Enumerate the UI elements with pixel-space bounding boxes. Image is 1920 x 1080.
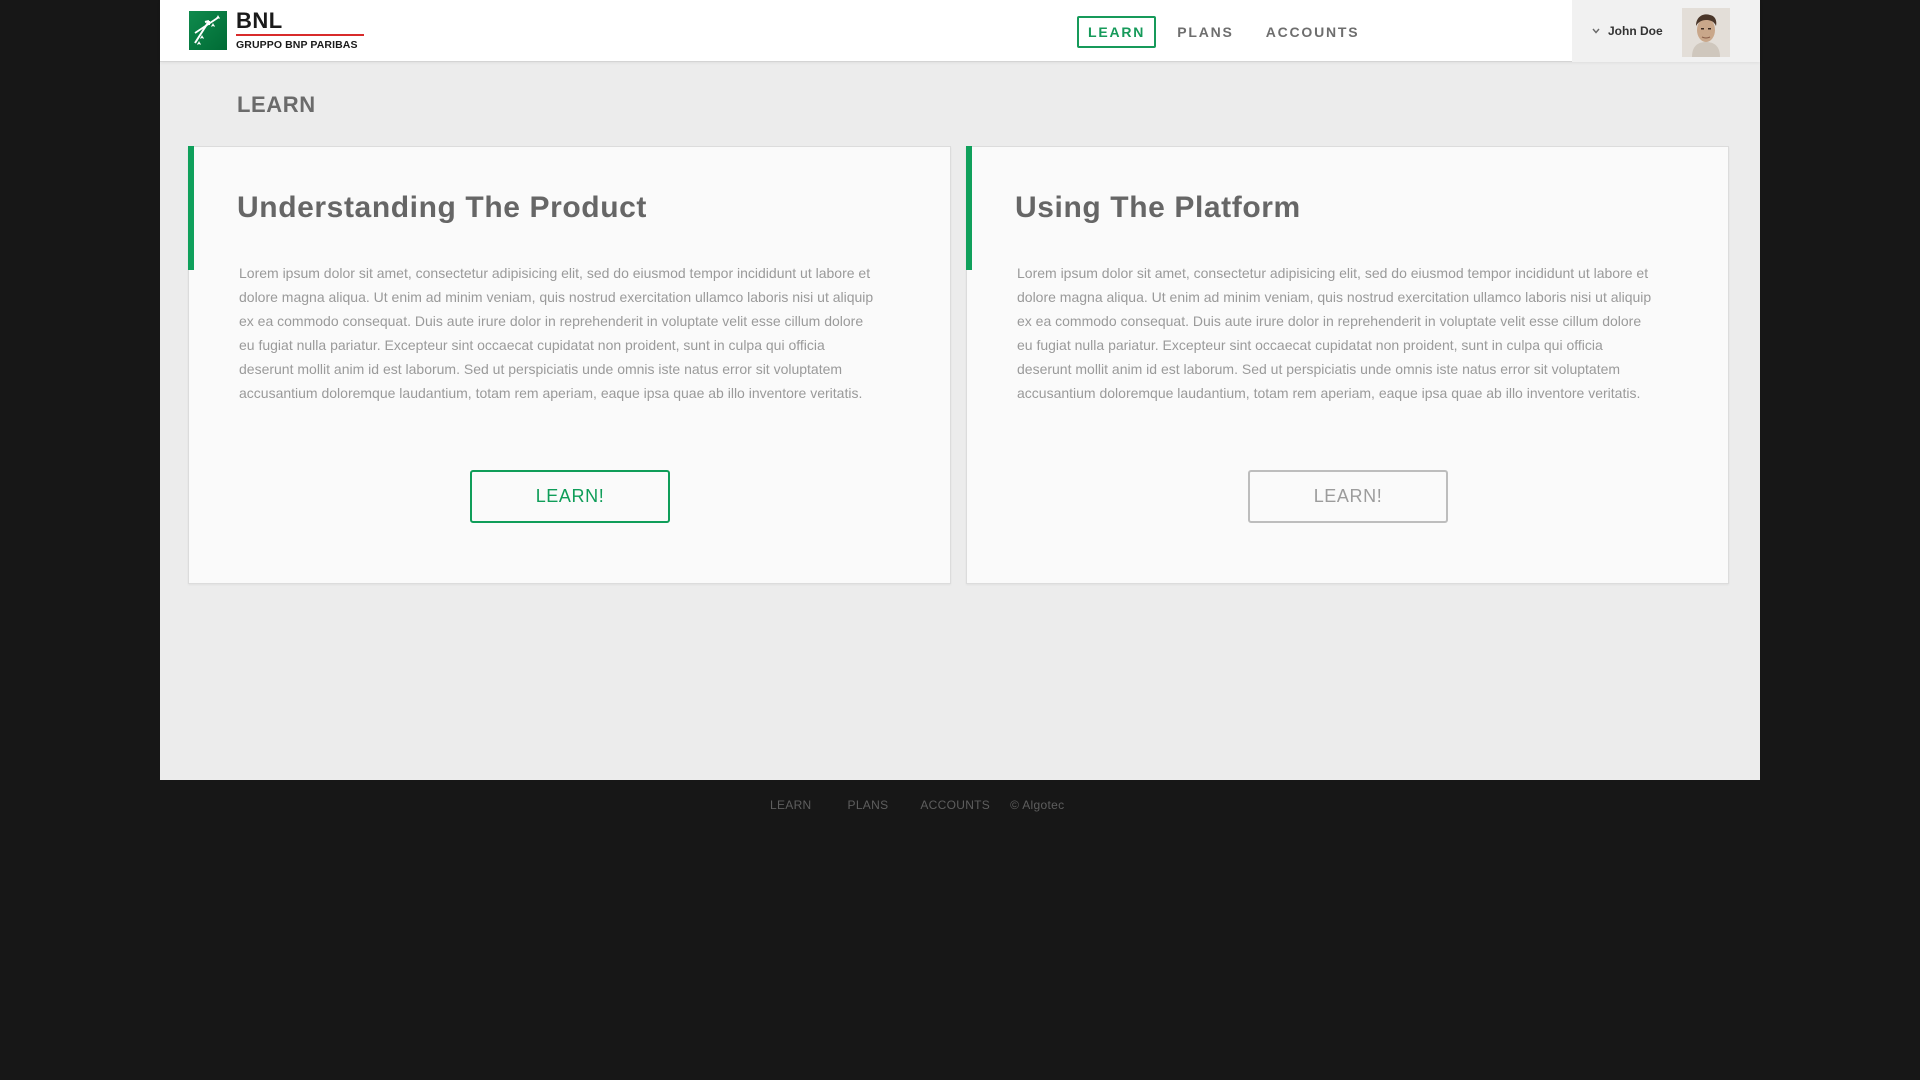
learn-platform-button[interactable]: LEARN!: [1248, 470, 1448, 523]
footer-link-plans[interactable]: PLANS: [848, 798, 889, 812]
footer-link-accounts[interactable]: ACCOUNTS: [920, 798, 990, 812]
card-using-platform: Using The Platform Lorem ipsum dolor sit…: [966, 146, 1729, 584]
logo-divider: [236, 34, 364, 36]
chevron-down-icon: [1592, 26, 1600, 36]
user-name: John Doe: [1608, 24, 1663, 38]
learn-product-button[interactable]: LEARN!: [470, 470, 670, 523]
card-title: Understanding The Product: [237, 191, 648, 224]
nav-accounts[interactable]: ACCOUNTS: [1255, 16, 1371, 48]
card-accent-bar: [188, 146, 194, 270]
nav-learn[interactable]: LEARN: [1077, 16, 1157, 48]
card-description: Lorem ipsum dolor sit amet, consectetur …: [1017, 265, 1652, 401]
page-title: LEARN: [237, 92, 316, 117]
app-container: BNL GRUPPO BNP PARIBAS LEARN PLANS ACCOU…: [160, 0, 1760, 780]
main-nav: LEARN PLANS ACCOUNTS: [1077, 16, 1380, 48]
user-menu[interactable]: John Doe: [1572, 0, 1760, 62]
card-accent-bar: [966, 146, 972, 270]
card-title: Using The Platform: [1015, 191, 1301, 224]
footer-copyright: © Algotec: [1010, 798, 1065, 812]
avatar[interactable]: [1682, 8, 1730, 57]
top-header: BNL GRUPPO BNP PARIBAS LEARN PLANS ACCOU…: [160, 0, 1760, 62]
card-description: Lorem ipsum dolor sit amet, consectetur …: [239, 265, 874, 401]
nav-plans[interactable]: PLANS: [1166, 16, 1244, 48]
logo-subtitle: GRUPPO BNP PARIBAS: [236, 39, 358, 51]
footer: LEARN PLANS ACCOUNTS © Algotec: [770, 798, 1064, 812]
bnp-stars-logo-icon: [189, 11, 227, 50]
bnl-logo[interactable]: BNL GRUPPO BNP PARIBAS: [189, 8, 367, 51]
logo-name: BNL: [236, 8, 283, 33]
footer-link-learn[interactable]: LEARN: [770, 798, 812, 812]
card-understanding-product: Understanding The Product Lorem ipsum do…: [188, 146, 951, 584]
